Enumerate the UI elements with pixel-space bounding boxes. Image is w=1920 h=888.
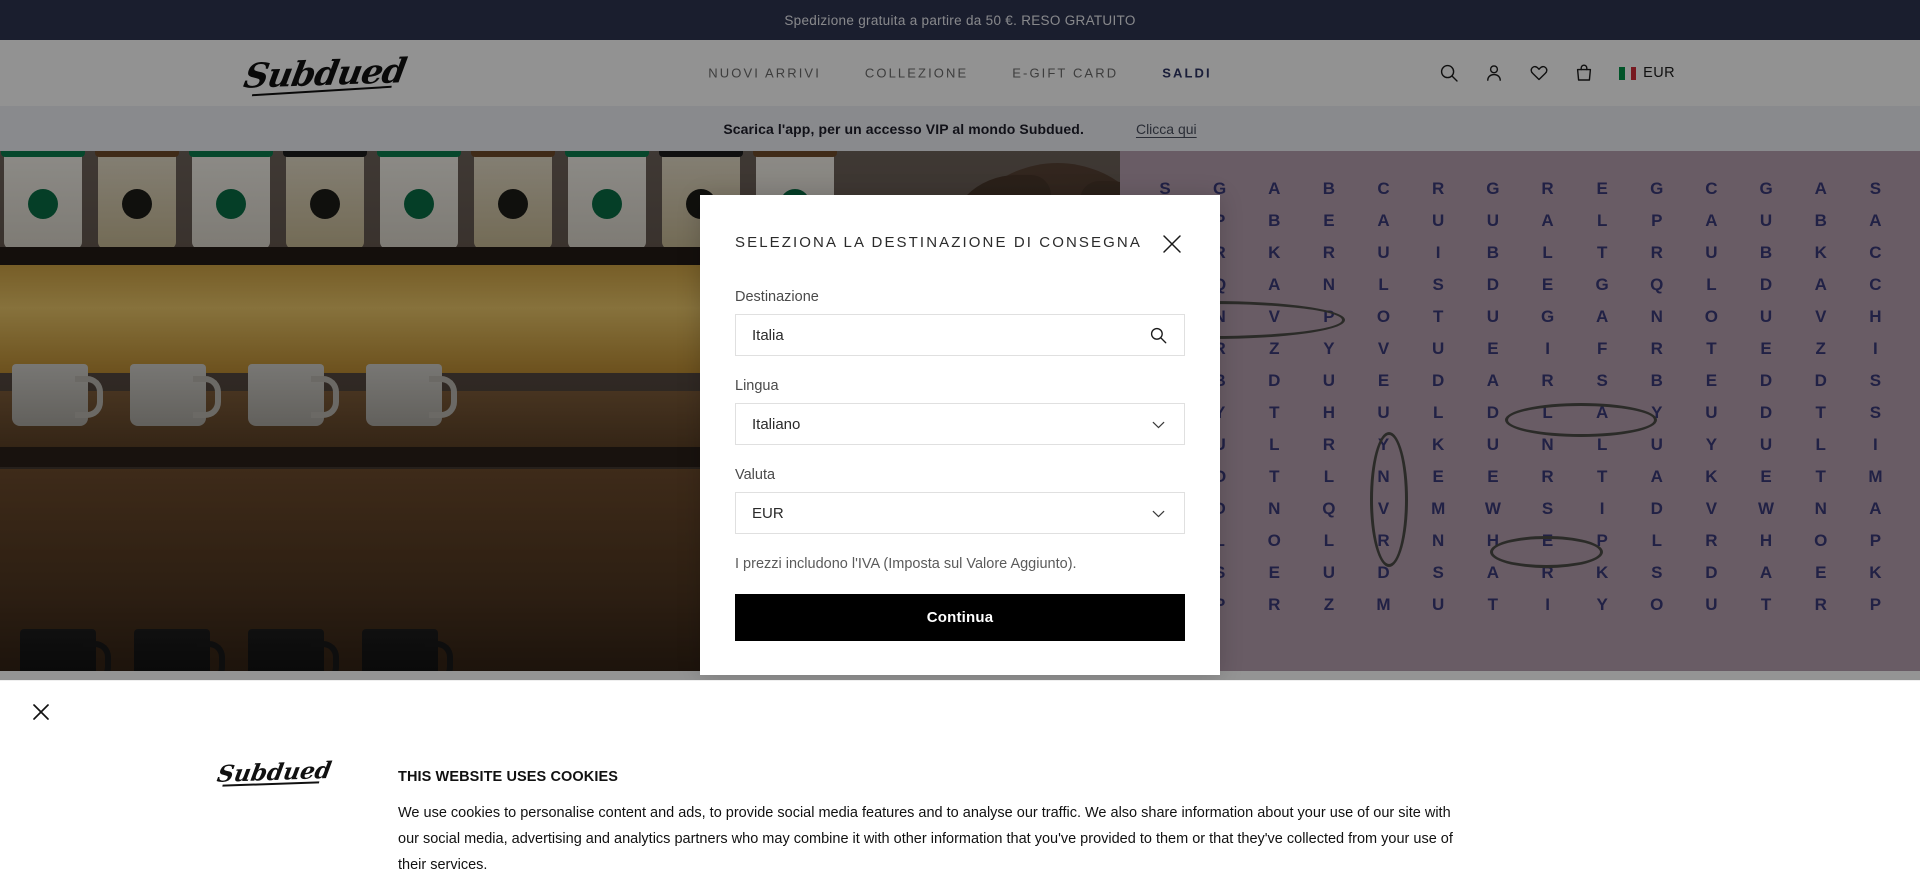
cookie-text-block: THIS WEBSITE USES COOKIES We use cookies… [398, 769, 1458, 878]
page-root: Spedizione gratuita a partire da 50 €. R… [0, 0, 1920, 888]
language-select[interactable]: Italiano [735, 403, 1185, 445]
language-label: Lingua [735, 378, 779, 394]
destination-label: Destinazione [735, 289, 819, 305]
search-icon[interactable] [1149, 326, 1168, 345]
vat-note: I prezzi includono l'IVA (Imposta sul Va… [735, 556, 1077, 572]
shipping-destination-modal: SELEZIONA LA DESTINAZIONE DI CONSEGNA De… [700, 195, 1220, 675]
close-icon[interactable] [1159, 231, 1185, 257]
currency-select[interactable]: EUR [735, 492, 1185, 534]
destination-value: Italia [752, 326, 784, 344]
modal-title: SELEZIONA LA DESTINAZIONE DI CONSEGNA [735, 234, 1142, 251]
continue-button[interactable]: Continua [735, 594, 1185, 641]
chevron-down-icon[interactable] [1149, 504, 1168, 523]
currency-label-modal: Valuta [735, 467, 776, 483]
language-value: Italiano [752, 415, 801, 433]
cookie-banner-body: We use cookies to personalise content an… [398, 805, 1453, 873]
destination-input[interactable]: Italia [735, 314, 1185, 356]
currency-value: EUR [752, 504, 784, 522]
close-icon[interactable] [30, 701, 52, 723]
chevron-down-icon[interactable] [1149, 415, 1168, 434]
cookie-banner-title: THIS WEBSITE USES COOKIES [398, 769, 619, 785]
cookie-banner-logo: Subdued [215, 756, 334, 788]
cookie-consent-banner: Subdued THIS WEBSITE USES COOKIES We use… [0, 680, 1920, 888]
